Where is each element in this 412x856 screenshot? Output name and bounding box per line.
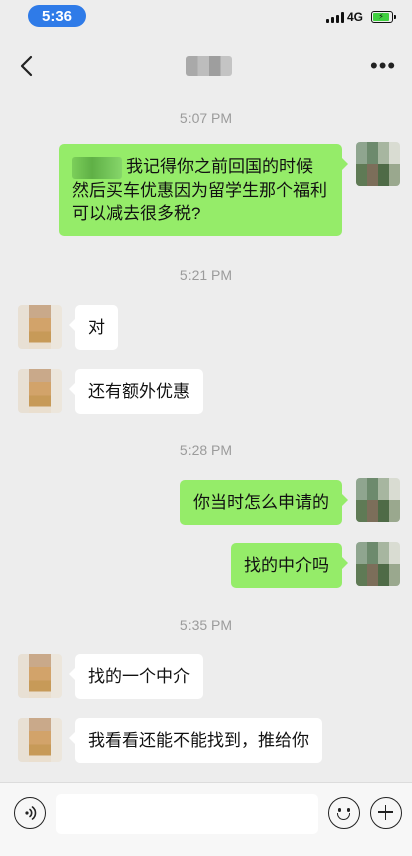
voice-icon: [25, 806, 37, 820]
timestamp: 5:07 PM: [179, 110, 233, 126]
message-text: 找的中介吗: [244, 556, 329, 575]
signal-icon: [326, 12, 344, 23]
avatar-other[interactable]: [18, 718, 62, 762]
avatar-other[interactable]: [18, 369, 62, 413]
input-bar: [0, 782, 412, 856]
message-text: 找的一个中介: [88, 667, 190, 686]
emoji-button[interactable]: [328, 797, 360, 829]
message-text: 你当时怎么申请的: [193, 493, 329, 512]
message-bubble-other[interactable]: 对: [69, 305, 118, 350]
back-button[interactable]: [18, 54, 38, 78]
battery-icon: ⚡: [371, 11, 396, 23]
message-bubble-self[interactable]: 我记得你之前回国的时候然后买车优惠因为留学生那个福利可以减去很多税?: [59, 144, 348, 236]
status-bar: 5:36 4G ⚡: [0, 0, 412, 34]
chat-title-blurred: [186, 56, 232, 76]
timestamp: 5:21 PM: [179, 267, 233, 283]
message-text: 还有额外优惠: [88, 382, 190, 401]
avatar-other[interactable]: [18, 305, 62, 349]
message-text: 我看看还能不能找到，推给你: [88, 731, 309, 750]
voice-button[interactable]: [14, 797, 46, 829]
more-dots-icon: •••: [370, 53, 397, 78]
chevron-left-icon: [20, 55, 33, 77]
plus-button[interactable]: [370, 797, 402, 829]
timestamp: 5:35 PM: [179, 617, 233, 633]
charging-bolt-icon: ⚡: [378, 12, 384, 21]
network-type: 4G: [347, 10, 364, 24]
status-time: 5:36: [28, 5, 86, 27]
timestamp: 5:28 PM: [179, 442, 233, 458]
chat-header: •••: [0, 34, 412, 98]
avatar-self[interactable]: [356, 478, 400, 522]
message-bubble-other[interactable]: 我看看还能不能找到，推给你: [69, 718, 322, 763]
message-bubble-other[interactable]: 找的一个中介: [69, 654, 203, 699]
message-input[interactable]: [56, 794, 318, 834]
avatar-self[interactable]: [356, 542, 400, 586]
message-bubble-self[interactable]: 找的中介吗: [231, 543, 348, 588]
message-text: 对: [88, 318, 105, 337]
avatar-self[interactable]: [356, 142, 400, 186]
message-bubble-other[interactable]: 还有额外优惠: [69, 369, 203, 414]
avatar-other[interactable]: [18, 654, 62, 698]
mention-blurred: [72, 156, 122, 179]
more-button[interactable]: •••: [370, 55, 396, 77]
message-bubble-self[interactable]: 你当时怎么申请的: [180, 480, 348, 525]
